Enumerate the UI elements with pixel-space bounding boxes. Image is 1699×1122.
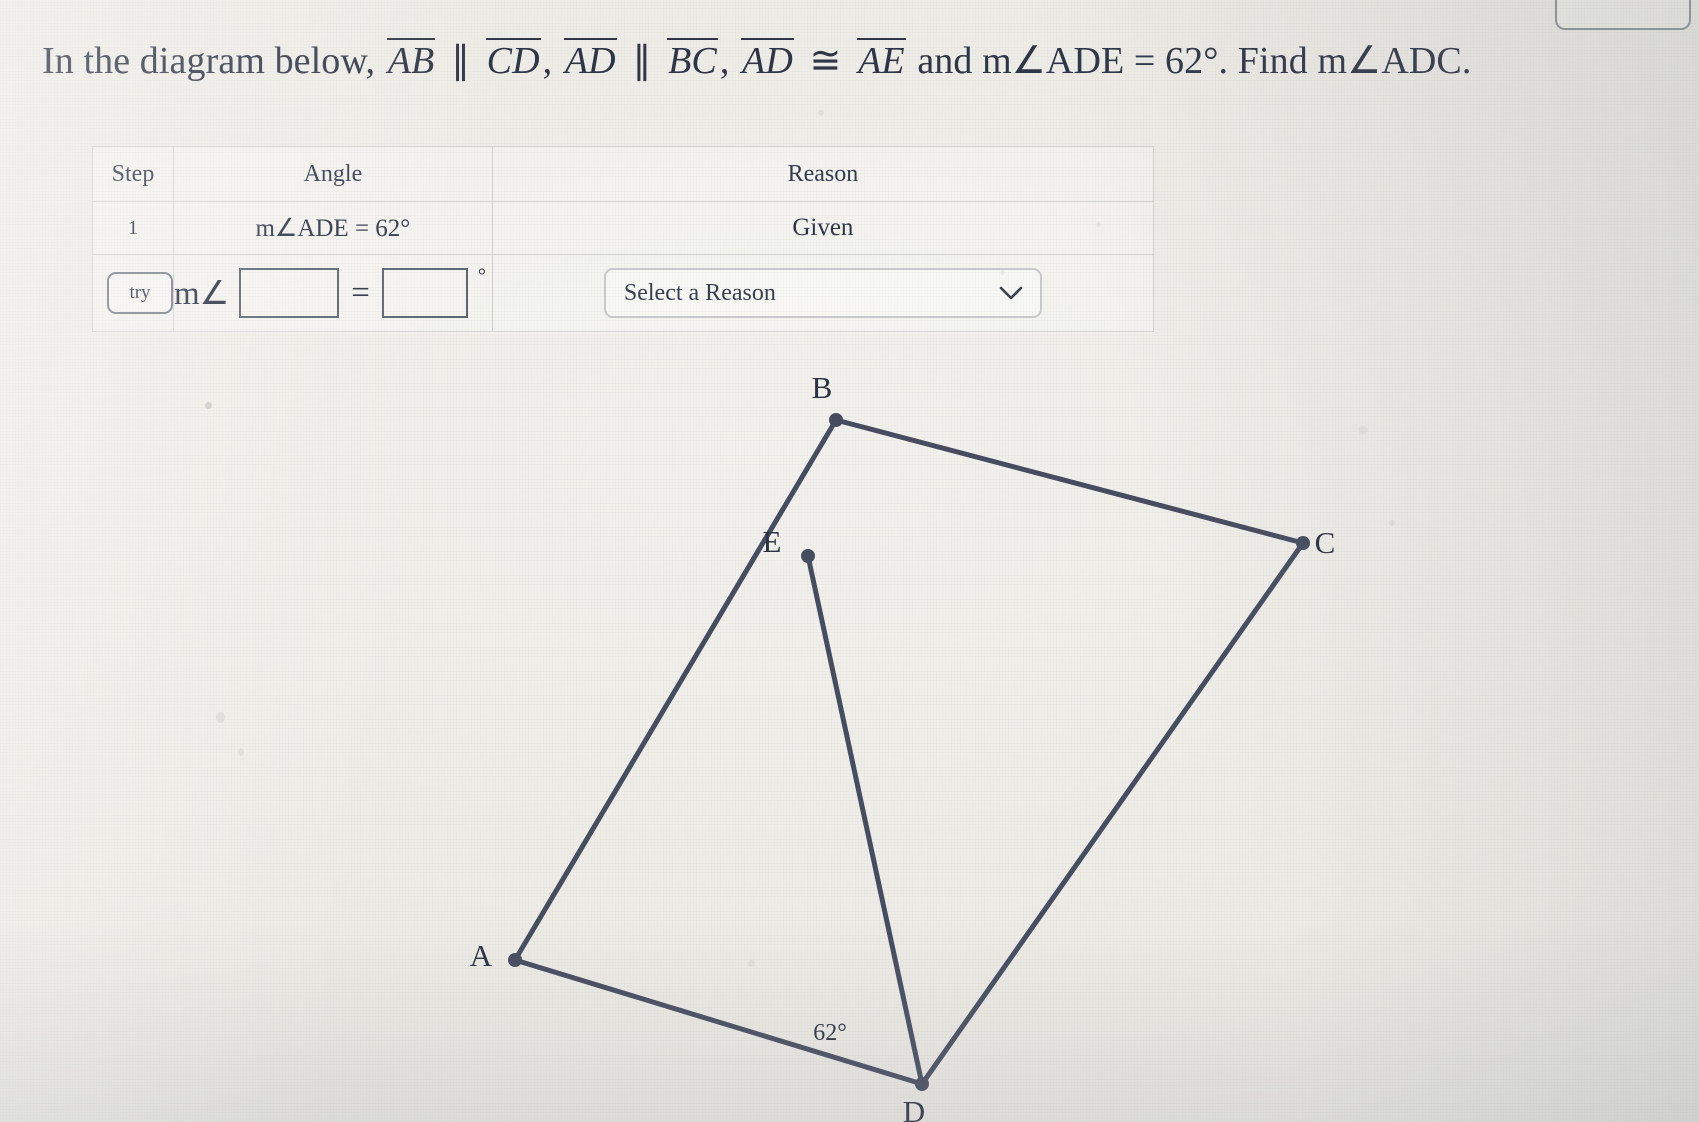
comma-2: , bbox=[719, 40, 730, 82]
problem-statement: In the diagram below, AB ∥ CD, AD ∥ BC, … bbox=[42, 38, 1682, 86]
diagram-label-e: E bbox=[763, 524, 782, 559]
diagram-edge-ed bbox=[805, 553, 925, 1087]
comma-1: , bbox=[542, 40, 553, 82]
parallel-symbol-2: ∥ bbox=[632, 40, 652, 82]
diagram-vertex-b bbox=[829, 413, 843, 427]
diagram-vertex-labels: A B C D E bbox=[470, 370, 1336, 1122]
diagram-edge-cd bbox=[919, 540, 1306, 1087]
diagram-edge-ab bbox=[512, 417, 839, 963]
m-angle-label: m∠ bbox=[174, 276, 230, 312]
header-reason: Reason bbox=[491, 146, 1155, 202]
diagram-edge-bc bbox=[833, 417, 1306, 546]
row-reason: Given bbox=[491, 201, 1155, 255]
diagram-vertex-d bbox=[915, 1077, 929, 1091]
angle-annotation-62: 62° bbox=[813, 1020, 847, 1046]
given-angle-measure: m∠ADE = 62° bbox=[982, 40, 1219, 82]
diagram-edge-da bbox=[512, 957, 925, 1087]
row-angle-statement: m∠ADE = 62° bbox=[173, 201, 493, 255]
segment-ae: AE bbox=[857, 38, 906, 82]
reason-select-cell: Select a Reason bbox=[491, 254, 1155, 332]
proof-table: Step Angle Reason 1 m∠ADE = 62° Given tr… bbox=[92, 146, 1155, 332]
try-button-cell: try bbox=[92, 254, 174, 332]
segment-cd: CD bbox=[485, 38, 541, 82]
header-step: Step bbox=[92, 146, 174, 202]
diagram-vertex-a bbox=[508, 953, 522, 967]
prompt-find: Find bbox=[1237, 40, 1308, 82]
diagram-edges bbox=[512, 417, 1306, 1087]
equals-sign: = bbox=[351, 274, 370, 311]
segment-ad-2: AD bbox=[741, 38, 794, 82]
diagram-vertex-c bbox=[1296, 536, 1310, 550]
angle-entry-cell: m∠ = ° bbox=[173, 254, 493, 332]
angle-value-input[interactable] bbox=[381, 268, 468, 318]
congruent-symbol: ≅ bbox=[809, 40, 842, 82]
segment-bc: BC bbox=[667, 38, 718, 82]
prompt-end: . bbox=[1461, 40, 1472, 82]
prompt-lead: In the diagram below, bbox=[42, 40, 376, 82]
chevron-down-icon bbox=[999, 286, 1023, 300]
table-row: 1 m∠ADE = 62° Given bbox=[92, 201, 1155, 255]
target-angle-measure: m∠ADC bbox=[1317, 40, 1462, 82]
reason-dropdown[interactable]: Select a Reason bbox=[603, 268, 1042, 318]
row-step-number: 1 bbox=[92, 201, 174, 255]
header-angle: Angle bbox=[173, 146, 493, 202]
degree-symbol: ° bbox=[477, 265, 486, 287]
angle-name-input[interactable] bbox=[239, 268, 340, 318]
diagram-vertex-e bbox=[801, 549, 815, 563]
table-input-row: try m∠ = ° Select a Reason bbox=[92, 254, 1155, 332]
segment-ad-1: AD bbox=[563, 38, 617, 82]
diagram-label-b: B bbox=[812, 370, 833, 405]
geometry-diagram: A B C D E 62° bbox=[470, 370, 1336, 1122]
diagram-label-a: A bbox=[470, 938, 493, 973]
reason-dropdown-label: Select a Reason bbox=[623, 279, 776, 306]
prompt-and: and bbox=[917, 40, 973, 82]
browser-chrome-fragment bbox=[1555, 0, 1691, 30]
parallel-symbol-1: ∥ bbox=[450, 40, 471, 82]
try-button[interactable]: try bbox=[107, 272, 173, 314]
prompt-period: . bbox=[1218, 40, 1229, 82]
table-header-row: Step Angle Reason bbox=[92, 146, 1155, 202]
diagram-label-c: C bbox=[1315, 525, 1336, 560]
diagram-label-d: D bbox=[903, 1094, 925, 1122]
segment-ab: AB bbox=[386, 38, 436, 82]
